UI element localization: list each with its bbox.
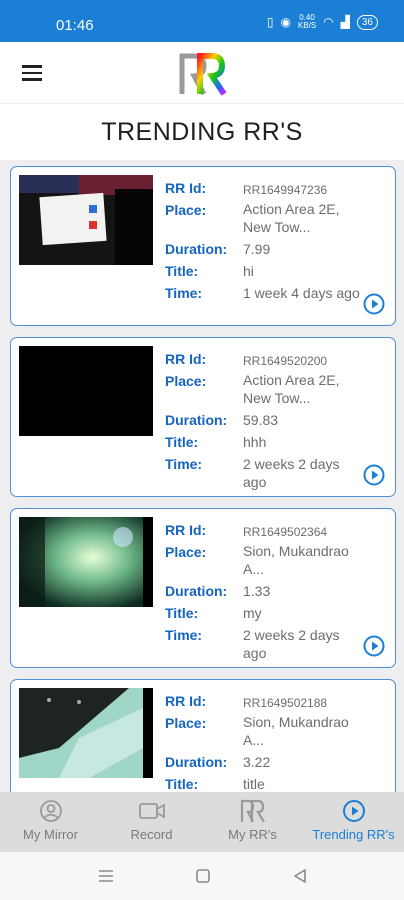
- battery-icon: 36: [356, 14, 378, 30]
- wifi-icon: ◠: [323, 15, 334, 29]
- time-label: Time:: [165, 456, 203, 472]
- menu-icon[interactable]: [22, 65, 42, 81]
- rr-card[interactable]: RR Id: RR1649502188 Place: Sion, Mukandr…: [10, 679, 396, 792]
- rr-id-value: RR1649502364: [243, 525, 328, 539]
- status-bar: 01:46 ▯ ◉ 0.40 KB/S ◠ ▟ 36: [0, 0, 404, 42]
- video-thumbnail[interactable]: [19, 346, 153, 436]
- video-thumbnail[interactable]: [19, 688, 153, 778]
- title-value: my: [243, 605, 262, 621]
- rr-id-value: RR1649502188: [243, 696, 328, 710]
- title-value: title: [243, 776, 265, 792]
- time-value: 2 weeks 2 days ago: [243, 456, 340, 490]
- nav-my-rrs[interactable]: My RR's: [202, 792, 303, 852]
- app-bar: [0, 42, 404, 104]
- nav-my-mirror[interactable]: My Mirror: [0, 792, 101, 852]
- play-icon[interactable]: [363, 464, 385, 486]
- video-thumbnail[interactable]: [19, 517, 153, 607]
- place-value: Sion, Mukandrao A...: [243, 714, 349, 748]
- place-value: Action Area 2E, New Tow...: [243, 372, 340, 406]
- time-value: 1 week 4 days ago: [243, 285, 360, 301]
- signal-icon: ▟: [340, 15, 350, 29]
- title-label: Title:: [165, 263, 199, 279]
- nav-label: My RR's: [228, 827, 277, 842]
- title-value: hi: [243, 263, 254, 279]
- duration-value: 3.22: [243, 754, 271, 770]
- rr-id-value: RR1649947236: [243, 183, 328, 197]
- play-circle-icon: [342, 800, 365, 822]
- rr-logo-icon: [240, 799, 265, 823]
- place-label: Place:: [165, 373, 207, 389]
- rr-id-value: RR1649520200: [243, 354, 328, 368]
- bottom-nav: My Mirror Record My RR's Trending RR's: [0, 792, 404, 852]
- title-label: Title:: [165, 434, 199, 450]
- place-label: Place:: [165, 202, 207, 218]
- location-icon: ◉: [280, 15, 291, 29]
- nav-trending-rrs[interactable]: Trending RR's: [303, 792, 404, 852]
- rr-id-label: RR Id:: [165, 351, 207, 367]
- duration-label: Duration:: [165, 412, 228, 428]
- nav-label: Trending RR's: [312, 827, 395, 842]
- rr-id-label: RR Id:: [165, 693, 207, 709]
- place-label: Place:: [165, 715, 207, 731]
- play-icon[interactable]: [363, 293, 385, 315]
- title-label: Title:: [165, 776, 199, 792]
- status-icons: ▯ ◉ 0.40 KB/S ◠ ▟ 36: [267, 14, 378, 30]
- recents-icon[interactable]: [96, 866, 116, 886]
- data-speed: 0.40 KB/S: [297, 13, 317, 30]
- rr-id-label: RR Id:: [165, 522, 207, 538]
- video-camera-icon: [138, 803, 165, 819]
- system-nav-bar: [0, 852, 404, 900]
- nav-label: Record: [130, 827, 173, 842]
- place-value: Sion, Mukandrao A...: [243, 543, 349, 577]
- play-icon[interactable]: [363, 635, 385, 657]
- nav-label: My Mirror: [23, 827, 78, 842]
- rr-card[interactable]: RR Id: RR1649502364 Place: Sion, Mukandr…: [10, 508, 396, 668]
- place-label: Place:: [165, 544, 207, 560]
- back-icon[interactable]: [290, 866, 310, 886]
- time-label: Time:: [165, 285, 203, 301]
- home-icon[interactable]: [193, 866, 213, 886]
- rr-list[interactable]: RR Id: RR1649947236 Place: Action Area 2…: [0, 160, 404, 792]
- time-label: Time:: [165, 627, 203, 643]
- duration-value: 1.33: [243, 583, 271, 599]
- duration-value: 59.83: [243, 412, 279, 428]
- duration-value: 7.99: [243, 241, 271, 257]
- nav-record[interactable]: Record: [101, 792, 202, 852]
- rr-logo: [179, 53, 227, 96]
- status-time: 01:46: [56, 17, 94, 34]
- vibrate-icon: ▯: [266, 15, 274, 29]
- person-circle-icon: [39, 800, 62, 822]
- duration-label: Duration:: [165, 241, 228, 257]
- rr-card[interactable]: RR Id: RR1649947236 Place: Action Area 2…: [10, 166, 396, 326]
- video-thumbnail[interactable]: [19, 175, 153, 265]
- rr-card[interactable]: RR Id: RR1649520200 Place: Action Area 2…: [10, 337, 396, 497]
- title-value: hhh: [243, 434, 267, 450]
- duration-label: Duration:: [165, 754, 228, 770]
- rr-id-label: RR Id:: [165, 180, 207, 196]
- page-title: TRENDING RR'S: [101, 118, 303, 146]
- title-label: Title:: [165, 605, 199, 621]
- time-value: 2 weeks 2 days ago: [243, 627, 340, 661]
- place-value: Action Area 2E, New Tow...: [243, 201, 340, 235]
- duration-label: Duration:: [165, 583, 228, 599]
